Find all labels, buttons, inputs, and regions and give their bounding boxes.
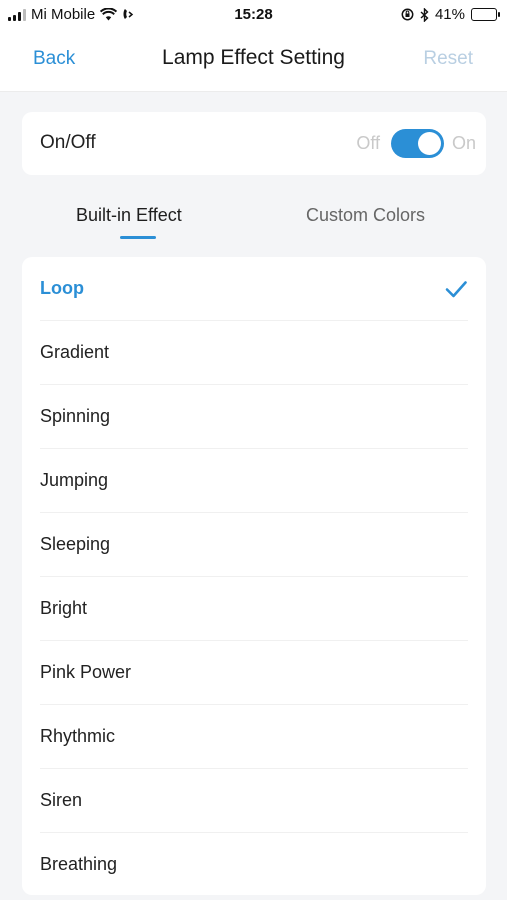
effect-item-sleeping[interactable]: Sleeping — [22, 513, 486, 577]
toggle-knob — [418, 132, 441, 155]
status-bar: Mi Mobile 15:28 41% — [0, 0, 507, 30]
effect-item-rhythmic[interactable]: Rhythmic — [22, 705, 486, 769]
effect-label: Gradient — [40, 342, 110, 362]
effect-item-siren[interactable]: Siren — [22, 769, 486, 833]
effect-label: Sleeping — [40, 534, 111, 554]
power-label: On/Off — [40, 132, 96, 153]
reset-button[interactable]: Reset — [423, 48, 473, 70]
battery-icon — [471, 8, 500, 21]
active-tab-indicator — [120, 236, 156, 239]
power-card: On/Off Off On — [22, 112, 486, 175]
tab-built-in-effect[interactable]: Built-in Effect — [76, 205, 182, 226]
power-toggle[interactable] — [391, 129, 444, 158]
effect-label: Rhythmic — [40, 726, 116, 746]
battery-percent: 41% — [434, 6, 465, 23]
orientation-lock-icon — [401, 8, 414, 21]
status-right: 41% — [401, 6, 500, 23]
effect-item-bright[interactable]: Bright — [22, 577, 486, 641]
bluetooth-icon — [420, 7, 429, 22]
effect-item-spinning[interactable]: Spinning — [22, 385, 486, 449]
power-on-label: On — [451, 133, 476, 153]
tab-custom-colors[interactable]: Custom Colors — [306, 205, 425, 226]
effects-list: Loop Gradient Spinning Jumping Sleeping … — [22, 257, 486, 895]
navigation-bar: Back Lamp Effect Setting Reset — [0, 30, 507, 92]
effect-label: Breathing — [40, 854, 118, 874]
effect-item-breathing[interactable]: Breathing — [22, 833, 486, 897]
effect-label: Loop — [40, 278, 84, 298]
effect-item-jumping[interactable]: Jumping — [22, 449, 486, 513]
effect-label: Jumping — [40, 470, 109, 490]
effect-label: Bright — [40, 598, 88, 618]
power-off-label: Off — [356, 133, 380, 153]
effect-item-pink-power[interactable]: Pink Power — [22, 641, 486, 705]
effect-label: Siren — [40, 790, 83, 810]
effect-item-gradient[interactable]: Gradient — [22, 321, 486, 385]
effect-label: Pink Power — [40, 662, 132, 682]
effect-item-loop[interactable]: Loop — [22, 257, 486, 321]
checkmark-icon — [445, 281, 467, 298]
effect-tabs: Built-in Effect Custom Colors — [0, 195, 507, 245]
effect-label: Spinning — [40, 406, 111, 426]
